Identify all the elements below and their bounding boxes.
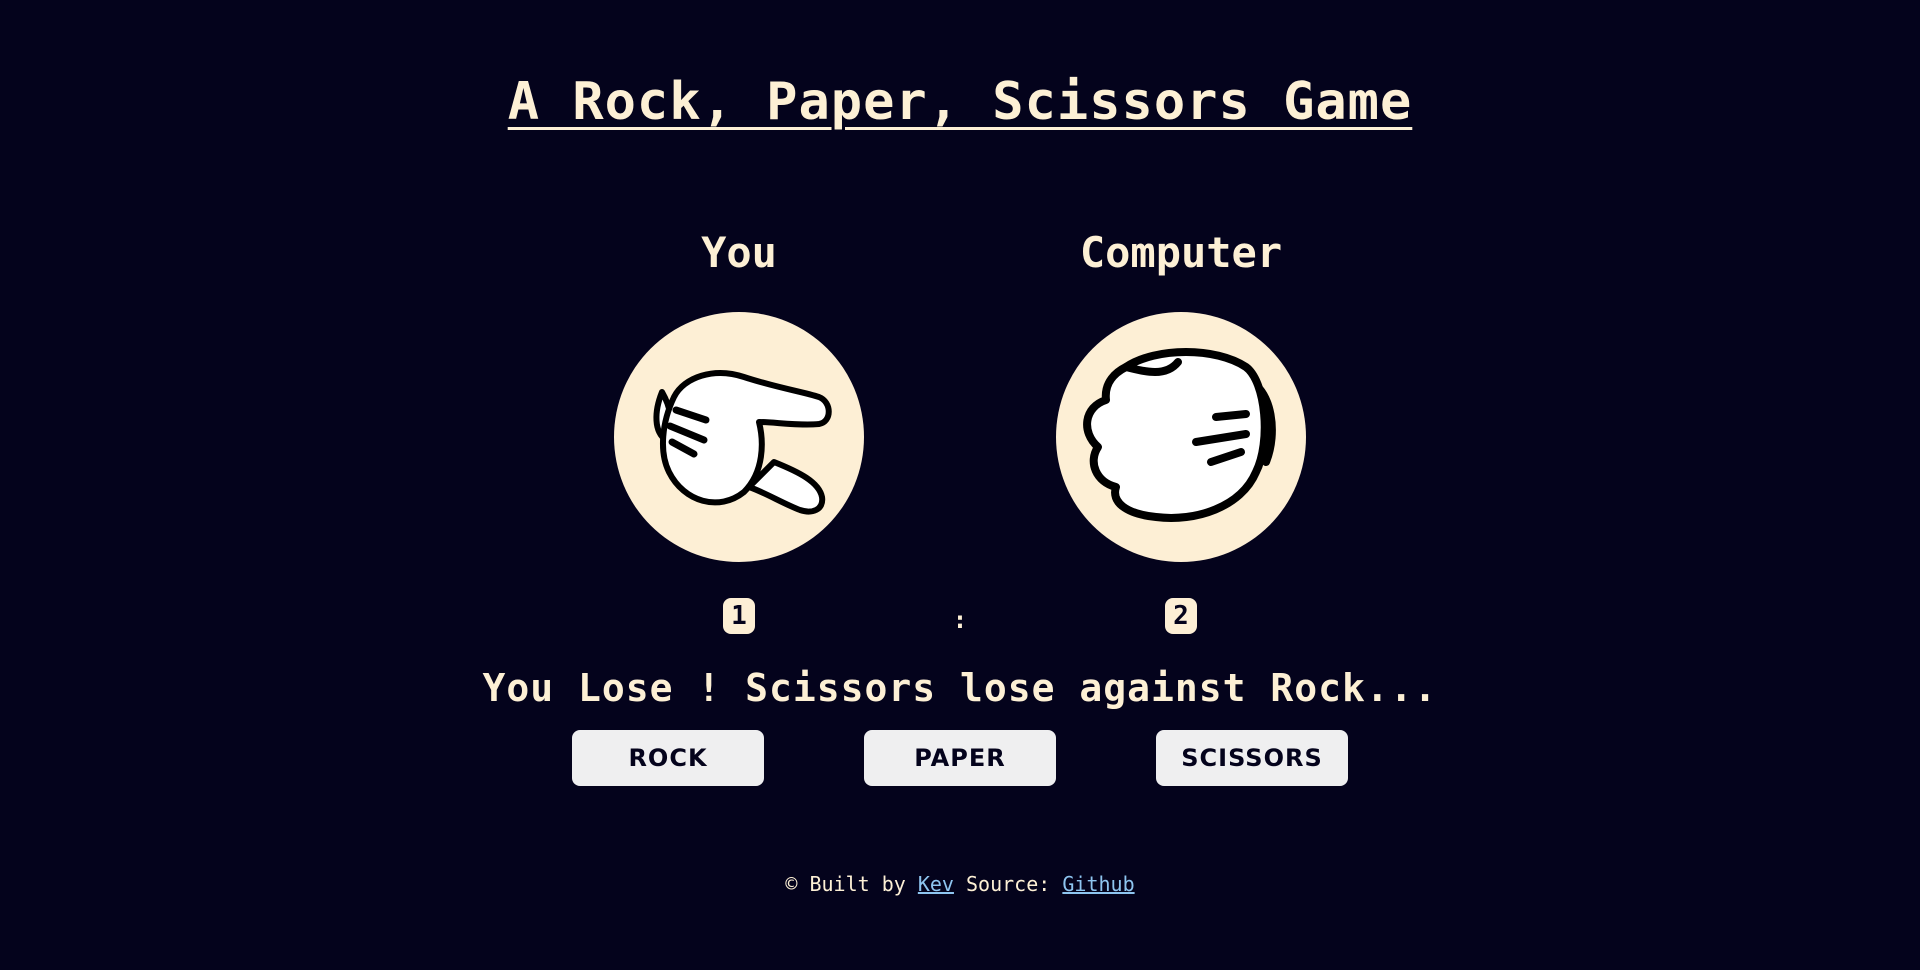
rock-fist-icon [1083, 348, 1276, 522]
scissors-button[interactable]: SCISSORS [1156, 730, 1348, 786]
paper-button[interactable]: PAPER [864, 730, 1056, 786]
score-separator: : [952, 606, 968, 634]
player-panel-computer: Computer [1031, 228, 1331, 562]
round-result-message: You Lose ! Scissors lose against Rock... [482, 666, 1438, 710]
computer-hand-circle [1056, 312, 1306, 562]
page-title: A Rock, Paper, Scissors Game [507, 72, 1413, 132]
author-link[interactable]: Kev [918, 872, 954, 896]
footer-source-label: Source: [966, 872, 1051, 896]
score-you: 1 [723, 598, 755, 634]
player-label-you: You [701, 228, 777, 277]
score-computer: 2 [1165, 598, 1197, 634]
rock-button[interactable]: ROCK [572, 730, 764, 786]
player-panel-you: You [589, 228, 889, 562]
footer: © Built by Kev Source: Github [0, 872, 1920, 896]
player-hand-circle [614, 312, 864, 562]
footer-credit-text: © Built by [785, 872, 906, 896]
player-label-computer: Computer [1079, 228, 1283, 277]
scissors-hand-icon [653, 370, 832, 515]
github-link[interactable]: Github [1062, 872, 1134, 896]
page: A Rock, Paper, Scissors Game You Compute… [0, 0, 1920, 970]
